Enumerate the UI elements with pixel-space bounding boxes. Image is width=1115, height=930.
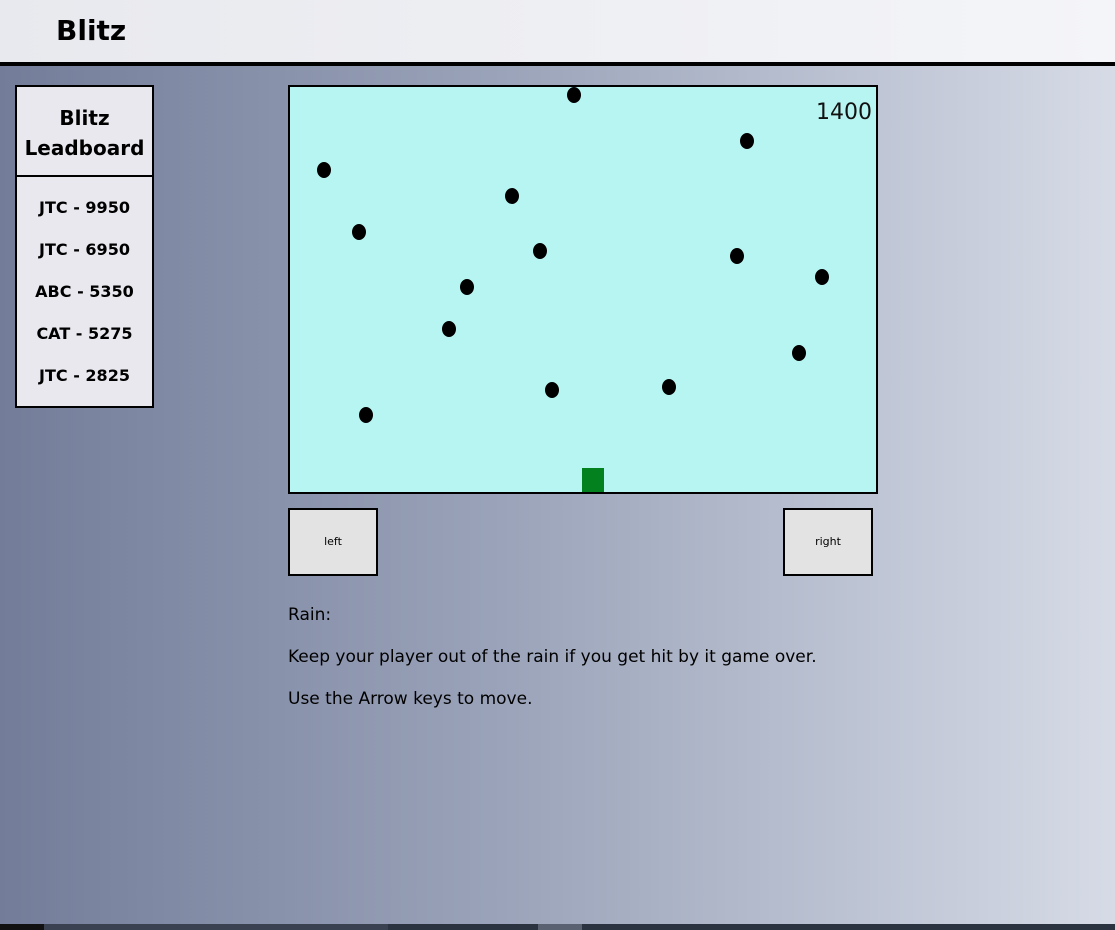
raindrop (815, 269, 829, 285)
instructions-heading: Rain: (288, 605, 332, 625)
raindrop (442, 321, 456, 337)
taskbar (0, 924, 1115, 930)
leaderboard-entry: CAT - 5275 (36, 324, 133, 343)
instructions: Rain: Keep your player out of the rain i… (288, 604, 988, 730)
raindrop (533, 243, 547, 259)
move-right-button[interactable]: right (783, 508, 873, 576)
instructions-line: Keep your player out of the rain if you … (288, 647, 817, 667)
raindrop (317, 162, 331, 178)
raindrop (792, 345, 806, 361)
raindrop (359, 407, 373, 423)
raindrop (460, 279, 474, 295)
leaderboard-list: JTC - 9950 JTC - 6950 ABC - 5350 CAT - 5… (17, 187, 152, 397)
move-left-button[interactable]: left (288, 508, 378, 576)
raindrop (662, 379, 676, 395)
score-display: 1400 (816, 100, 872, 125)
leaderboard-title-line1: Blitz (59, 106, 110, 130)
raindrop (545, 382, 559, 398)
game-canvas[interactable]: 1400 (288, 85, 878, 494)
site-header: Blitz (0, 0, 1115, 66)
raindrop (352, 224, 366, 240)
raindrop (730, 248, 744, 264)
leaderboard-entry: JTC - 2825 (39, 366, 130, 385)
leaderboard-title: Blitz Leadboard (17, 87, 152, 177)
leaderboard-entry: JTC - 6950 (39, 240, 130, 259)
instructions-line: Use the Arrow keys to move. (288, 689, 533, 709)
player (582, 468, 604, 492)
raindrop (740, 133, 754, 149)
raindrop (567, 87, 581, 103)
raindrop (505, 188, 519, 204)
site-title: Blitz (56, 14, 127, 47)
leaderboard-entry: ABC - 5350 (35, 282, 134, 301)
leaderboard-entry: JTC - 9950 (39, 198, 130, 217)
leaderboard-panel: Blitz Leadboard JTC - 9950 JTC - 6950 AB… (15, 85, 154, 408)
leaderboard-title-line2: Leadboard (24, 136, 145, 160)
